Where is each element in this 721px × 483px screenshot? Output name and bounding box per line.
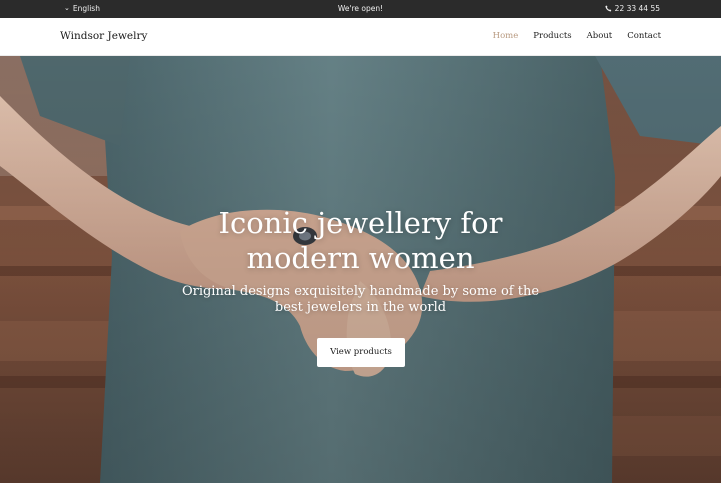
language-label: English — [72, 4, 100, 13]
chevron-down-icon: ⌄ — [64, 4, 70, 12]
phone-link[interactable]: 22 33 44 55 — [605, 4, 660, 13]
hero-title-line-1: Iconic jewellery for — [218, 206, 503, 240]
nav-contact[interactable]: Contact — [627, 31, 661, 41]
main-nav: Home Products About Contact — [493, 31, 661, 41]
view-products-button[interactable]: View products — [317, 338, 405, 367]
nav-about[interactable]: About — [587, 31, 613, 41]
top-bar: ⌄ English We're open! 22 33 44 55 — [0, 0, 721, 18]
hero-section: Iconic jewellery for modern women Origin… — [0, 56, 721, 483]
nav-home[interactable]: Home — [493, 31, 519, 41]
hero-subtitle-line-2: best jewelers in the world — [274, 300, 447, 315]
main-navbar: Windsor Jewelry Home Products About Cont… — [0, 18, 721, 56]
nav-products[interactable]: Products — [533, 31, 571, 41]
language-selector[interactable]: ⌄ English — [64, 4, 100, 13]
hero-content: Iconic jewellery for modern women Origin… — [0, 56, 721, 483]
hero-subtitle: Original designs exquisitely handmade by… — [0, 284, 721, 316]
hero-title: Iconic jewellery for modern women — [0, 206, 721, 276]
hero-subtitle-line-1: Original designs exquisitely handmade by… — [181, 284, 540, 299]
brand-logo[interactable]: Windsor Jewelry — [60, 30, 147, 42]
phone-number: 22 33 44 55 — [614, 4, 660, 13]
phone-icon — [605, 5, 611, 12]
hero-title-line-2: modern women — [246, 241, 475, 275]
